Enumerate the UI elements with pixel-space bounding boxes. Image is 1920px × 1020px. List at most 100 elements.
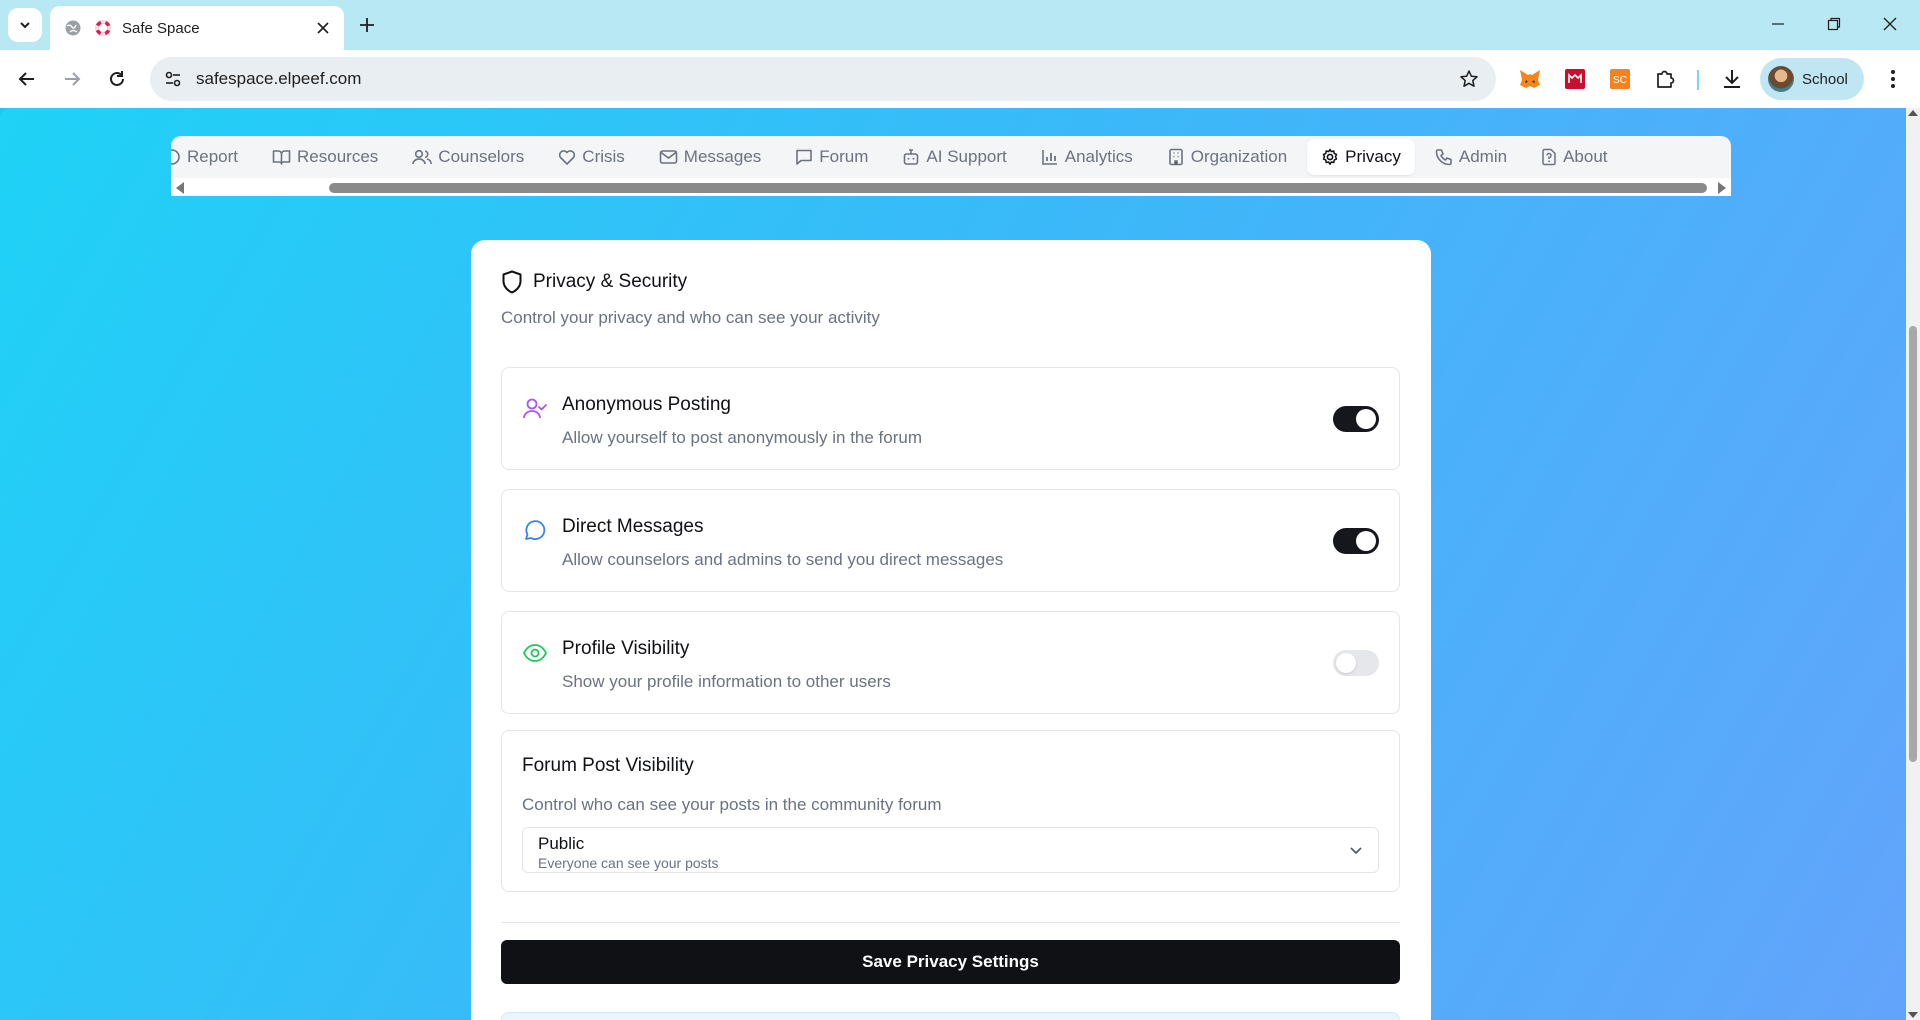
setting-desc: Show your profile information to other u… [562,672,891,691]
profile-name: School [1802,70,1848,88]
select-value-desc: Everyone can see your posts [538,855,719,871]
bar-chart-icon [1041,150,1057,165]
profile-visibility-toggle[interactable] [1333,650,1379,676]
tab-label: Privacy [1345,147,1401,166]
browser-tabstrip: Safe Space [0,0,1920,50]
user-check-icon [523,398,547,419]
browser-menu-button[interactable] [1876,62,1910,96]
chevron-down-icon [20,22,30,29]
reload-button[interactable] [100,62,134,96]
forum-visibility-section: Forum Post Visibility Control who can se… [501,730,1400,892]
browser-tab[interactable]: Safe Space [50,6,344,50]
close-icon [1883,17,1897,31]
forum-visibility-select[interactable]: Public Everyone can see your posts [522,827,1379,873]
card-subtitle: Control your privacy and who can see you… [501,308,880,327]
setting-name: Anonymous Posting [562,394,731,415]
close-window-button[interactable] [1862,6,1918,42]
shield-icon [502,270,522,294]
arrow-left-icon [18,72,34,86]
message-circle-icon [525,520,546,541]
tab-label: AI Support [926,147,1007,166]
card-header: Privacy & Security [501,270,687,294]
download-icon[interactable] [1717,64,1747,94]
direct-messages-toggle[interactable] [1333,528,1379,554]
phone-icon [1435,149,1452,166]
tab-label: Analytics [1064,147,1133,166]
scroll-left-arrow-icon[interactable] [176,182,184,194]
setting-name: Profile Visibility [562,638,690,659]
gear-icon [1322,148,1338,165]
metamask-extension-icon[interactable] [1515,64,1545,94]
page-vertical-scrollbar[interactable] [1906,108,1920,1020]
close-icon[interactable] [312,17,334,39]
red-game-extension-icon[interactable] [1560,64,1590,94]
page-viewport: Report Resources Counselors Crisis Messa… [0,108,1906,1020]
tab-analytics[interactable]: Analytics [1027,139,1147,175]
url-text[interactable]: safespace.elpeef.com [196,69,1452,89]
tab-search-button[interactable] [8,8,42,42]
tab-label: Messages [683,147,762,166]
tab-crisis[interactable]: Crisis [544,139,639,175]
tab-label: Report [187,147,239,166]
tab-messages[interactable]: Messages [645,139,775,175]
tab-label: Crisis [582,147,625,166]
toggle-knob [1356,531,1376,551]
restore-button[interactable] [1806,6,1862,42]
book-icon [272,150,291,165]
select-value: Public [538,834,585,853]
tab-title: Safe Space [122,19,200,37]
scroll-thumb[interactable] [329,183,1707,193]
tab-forum[interactable]: Forum [781,139,882,175]
chat-icon [796,149,813,165]
site-info-icon[interactable] [158,64,188,94]
help-icon [1542,148,1556,166]
profile-button[interactable]: School [1760,58,1864,100]
sc-extension-icon[interactable]: SC [1605,64,1635,94]
puzzle-icon[interactable] [1650,64,1680,94]
browser-toolbar: safespace.elpeef.com SC School [0,50,1920,108]
reload-icon [110,71,124,86]
more-vertical-icon [1891,70,1895,88]
setting-name: Direct Messages [562,516,704,537]
tab-label: Organization [1190,147,1288,166]
tab-label: Admin [1458,147,1508,166]
tab-label: Resources [297,147,379,166]
setting-direct-messages: Direct Messages Allow counselors and adm… [501,489,1400,592]
forum-visibility-title: Forum Post Visibility [522,755,694,776]
scroll-down-arrow-icon[interactable] [1908,1012,1918,1018]
tab-about[interactable]: About [1527,139,1621,175]
forum-visibility-desc: Control who can see your posts in the co… [522,795,942,814]
tab-admin[interactable]: Admin [1421,139,1521,175]
plus-icon [360,18,374,32]
privacy-card: Privacy & Security Control your privacy … [471,240,1431,1020]
scroll-right-arrow-icon[interactable] [1718,182,1726,194]
tab-label: About [1563,147,1608,166]
tab-resources[interactable]: Resources [258,139,392,175]
scroll-thumb[interactable] [1909,326,1917,762]
star-icon[interactable] [1452,62,1486,96]
forward-button[interactable] [55,62,89,96]
minimize-button[interactable] [1750,6,1806,42]
tab-privacy[interactable]: Privacy [1307,139,1415,175]
anonymous-posting-toggle[interactable] [1333,406,1379,432]
address-bar[interactable]: safespace.elpeef.com [150,57,1496,101]
tab-label: Forum [819,147,869,166]
back-button[interactable] [10,62,44,96]
save-privacy-settings-button[interactable]: Save Privacy Settings [501,940,1400,984]
tab-report[interactable]: Report [171,139,252,175]
tab-organization[interactable]: Organization [1153,139,1301,175]
tab-ai-support[interactable]: AI Support [888,139,1020,175]
setting-desc: Allow yourself to post anonymously in th… [562,428,923,447]
tab-counselors[interactable]: Counselors [398,139,538,175]
setting-profile-visibility: Profile Visibility Show your profile inf… [501,611,1400,714]
users-icon [412,149,433,165]
report-icon [171,149,180,165]
eye-icon [523,644,547,662]
heart-icon [559,150,576,165]
new-tab-button[interactable] [352,10,382,40]
scroll-up-arrow-icon[interactable] [1908,110,1918,116]
card-title: Privacy & Security [533,271,688,292]
nav-horizontal-scrollbar[interactable] [171,178,1731,196]
building-icon [1168,148,1183,166]
toggle-knob [1336,653,1356,673]
